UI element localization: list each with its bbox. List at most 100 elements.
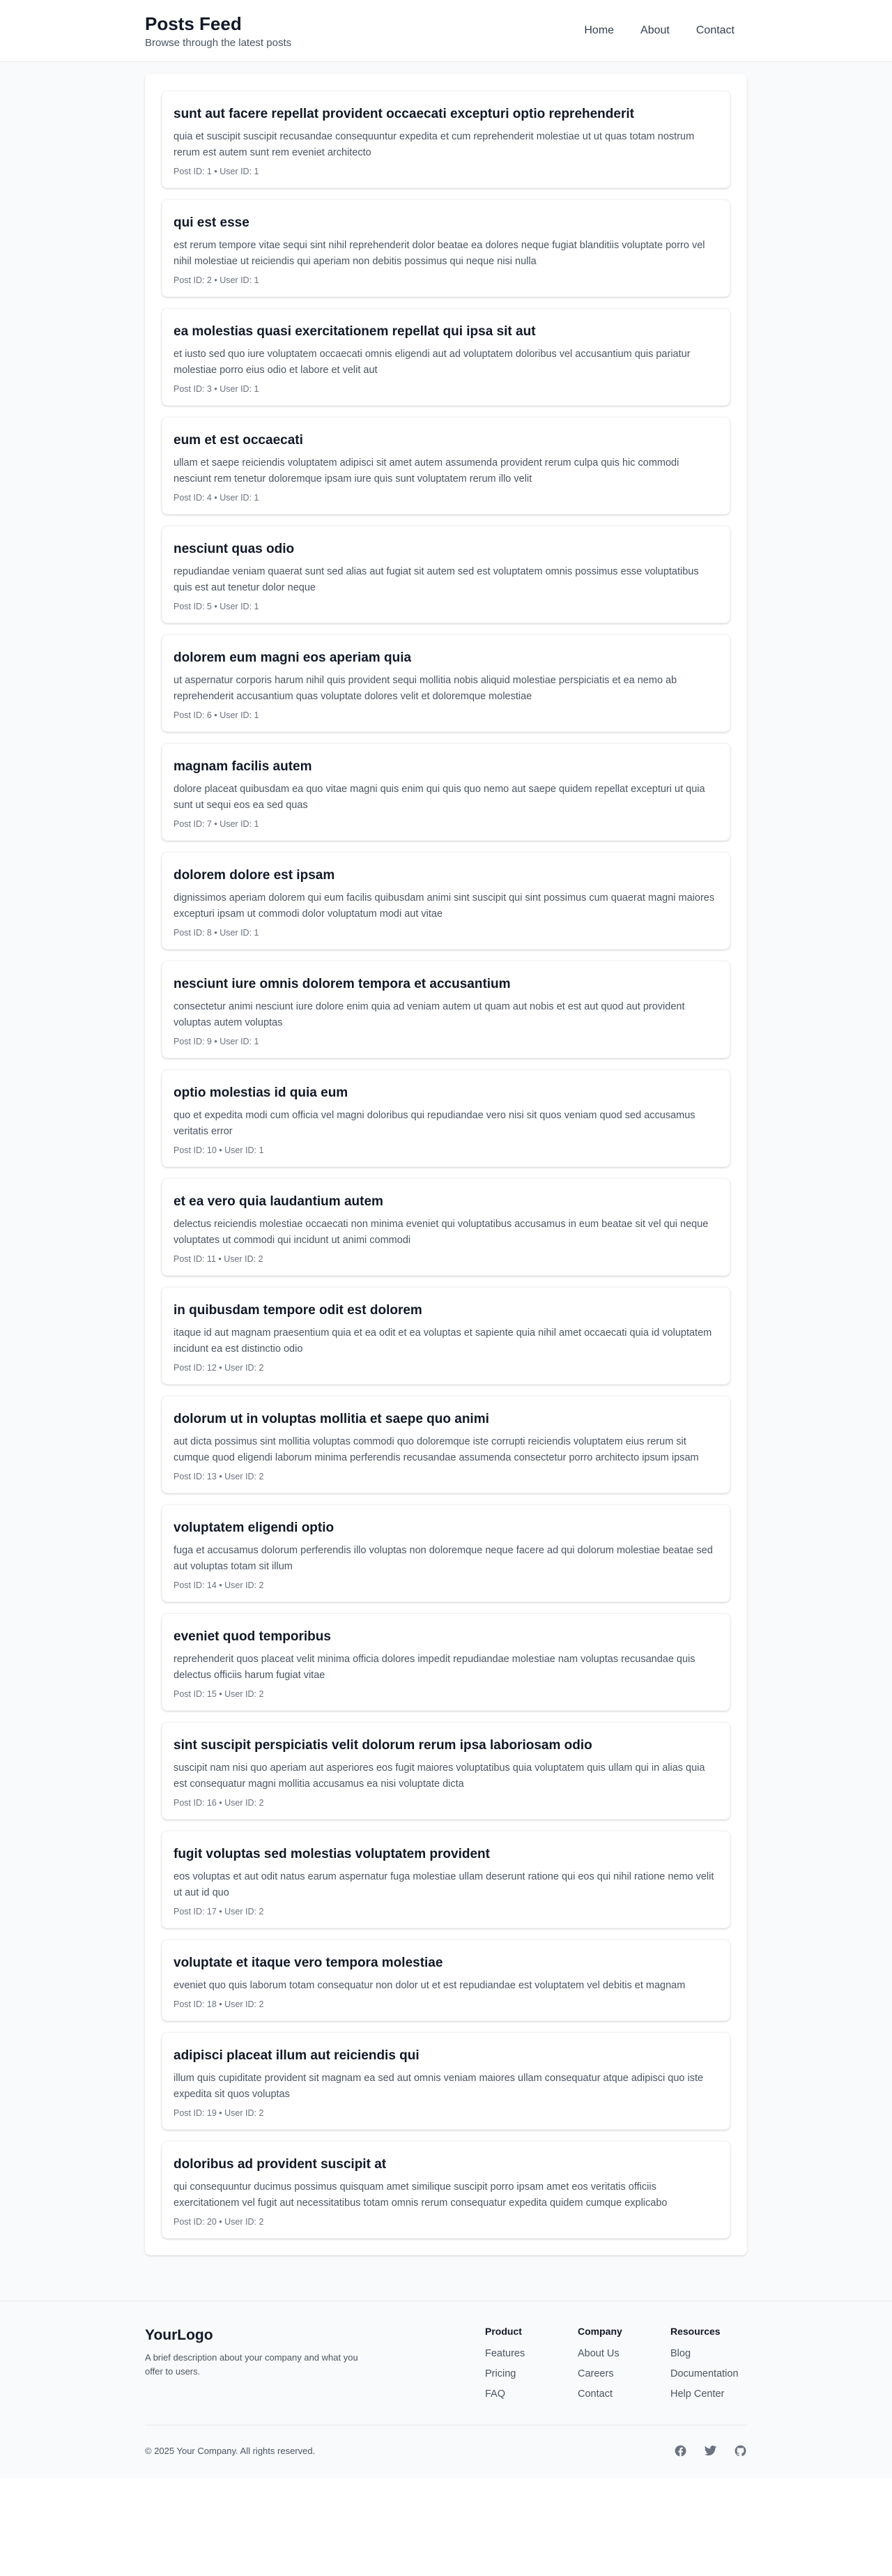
post-card: dolorem eum magni eos aperiam quia ut asp…: [162, 634, 730, 732]
post-title: magnam facilis autem: [174, 759, 312, 774]
post-body: dolore placeat quibusdam ea quo vitae ma…: [174, 784, 705, 811]
post-title: sunt aut facere repellat provident occae…: [174, 107, 634, 121]
footer-link-contact[interactable]: Contact: [578, 2388, 670, 2400]
nav-link-about[interactable]: About: [628, 19, 682, 43]
post-card: qui est esse est rerum tempore vitae sequ…: [162, 199, 730, 297]
post-card: dolorum ut in voluptas mollitia et saepe…: [162, 1396, 730, 1493]
post-body: delectus reiciendis molestiae occaecati …: [174, 1219, 709, 1246]
post-card: in quibusdam tempore odit est dolorem ita…: [162, 1287, 730, 1385]
footer-description: A brief description about your company a…: [145, 2352, 358, 2377]
main-nav: Home About Contact: [571, 19, 747, 43]
nav-link-contact[interactable]: Contact: [684, 19, 747, 43]
post-body: est rerum tempore vitae sequi sint nihil…: [174, 240, 705, 267]
post-title: qui est esse: [174, 215, 249, 230]
post-body: ullam et saepe reiciendis voluptatem adi…: [174, 457, 679, 485]
post-title: eveniet quod temporibus: [174, 1629, 331, 1644]
page-title: Posts Feed: [145, 13, 242, 34]
post-card: sint suscipit perspiciatis velit dolorum…: [162, 1722, 730, 1820]
post-card: eveniet quod temporibus reprehenderit quo…: [162, 1613, 730, 1711]
post-card: nesciunt quas odio repudiandae veniam qua…: [162, 526, 730, 623]
post-meta: Post ID: 8 • User ID: 1: [174, 928, 259, 938]
social-links: [674, 2444, 747, 2457]
post-meta: Post ID: 11 • User ID: 2: [174, 1254, 263, 1264]
post-card: nesciunt iure omnis dolorem tempora et a…: [162, 961, 730, 1058]
footer-link-careers[interactable]: Careers: [578, 2368, 670, 2379]
footer-column-product: Product Features Pricing FAQ: [485, 2326, 578, 2409]
footer-link-help-center[interactable]: Help Center: [670, 2388, 747, 2400]
post-card: magnam facilis autem dolore placeat quibu…: [162, 743, 730, 841]
post-body: consectetur animi nesciunt iure dolore e…: [174, 1001, 685, 1028]
post-body: suscipit nam nisi quo aperiam aut asperi…: [174, 1762, 705, 1790]
post-body: repudiandae veniam quaerat sunt sed alia…: [174, 566, 699, 593]
post-card: fugit voluptas sed molestias voluptatem …: [162, 1831, 730, 1928]
footer-link-documentation[interactable]: Documentation: [670, 2368, 747, 2379]
post-body: illum quis cupiditate provident sit magn…: [174, 2073, 704, 2100]
post-body: eveniet quo quis laborum totam consequat…: [174, 1980, 686, 1991]
post-title: eum et est occaecati: [174, 433, 303, 448]
post-meta: Post ID: 6 • User ID: 1: [174, 710, 259, 720]
brand-block: Posts Feed Browse through the latest pos…: [145, 13, 291, 49]
footer-logo[interactable]: YourLogo: [145, 2327, 375, 2344]
page-subtitle: Browse through the latest posts: [145, 37, 292, 49]
post-title: sint suscipit perspiciatis velit dolorum…: [174, 1738, 592, 1753]
post-meta: Post ID: 18 • User ID: 2: [174, 1999, 264, 2009]
github-icon[interactable]: [734, 2444, 747, 2457]
footer-column-title: Resources: [670, 2326, 721, 2337]
copyright-text: © 2025 Your Company. All rights reserved…: [145, 2446, 316, 2456]
post-body: aut dicta possimus sint mollitia volupta…: [174, 1436, 699, 1463]
nav-link-home[interactable]: Home: [571, 19, 626, 43]
footer-link-pricing[interactable]: Pricing: [485, 2368, 578, 2379]
main-content: sunt aut facere repellat provident occae…: [0, 62, 892, 2301]
post-title: in quibusdam tempore odit est dolorem: [174, 1303, 422, 1318]
post-card: optio molestias id quia eum quo et expedi…: [162, 1069, 730, 1167]
post-title: nesciunt iure omnis dolorem tempora et a…: [174, 977, 511, 991]
post-body: eos voluptas et aut odit natus earum asp…: [174, 1871, 714, 1898]
post-meta: Post ID: 20 • User ID: 2: [174, 2217, 264, 2227]
post-card: sunt aut facere repellat provident occae…: [162, 91, 730, 188]
post-meta: Post ID: 15 • User ID: 2: [174, 1689, 264, 1699]
post-card: dolorem dolore est ipsam dignissimos aper…: [162, 852, 730, 950]
footer-link-about-us[interactable]: About Us: [578, 2348, 670, 2359]
twitter-icon[interactable]: [704, 2444, 717, 2457]
post-meta: Post ID: 2 • User ID: 1: [174, 275, 259, 285]
footer-link-features[interactable]: Features: [485, 2348, 578, 2359]
footer-brand: YourLogo A brief description about your …: [145, 2326, 375, 2409]
post-body: quo et expedita modi cum officia vel mag…: [174, 1110, 695, 1137]
post-title: dolorum ut in voluptas mollitia et saepe…: [174, 1412, 489, 1426]
post-card: et ea vero quia laudantium autem delectus…: [162, 1178, 730, 1276]
footer-link-faq[interactable]: FAQ: [485, 2388, 578, 2400]
post-meta: Post ID: 3 • User ID: 1: [174, 384, 259, 394]
post-meta: Post ID: 1 • User ID: 1: [174, 167, 259, 176]
post-body: fuga et accusamus dolorum perferendis il…: [174, 1545, 713, 1572]
site-header: Posts Feed Browse through the latest pos…: [0, 0, 892, 62]
post-meta: Post ID: 14 • User ID: 2: [174, 1580, 264, 1590]
post-body: et iusto sed quo iure voluptatem occaeca…: [174, 349, 691, 376]
post-body: qui consequuntur ducimus possimus quisqu…: [174, 2181, 668, 2209]
post-card: ea molestias quasi exercitationem repell…: [162, 308, 730, 406]
footer-column-resources: Resources Blog Documentation Help Center: [670, 2326, 747, 2409]
footer-column-company: Company About Us Careers Contact: [578, 2326, 670, 2409]
post-meta: Post ID: 12 • User ID: 2: [174, 1363, 264, 1373]
post-title: doloribus ad provident suscipit at: [174, 2157, 387, 2172]
footer-link-blog[interactable]: Blog: [670, 2348, 747, 2359]
footer-column-title: Company: [578, 2326, 622, 2337]
post-card: voluptate et itaque vero tempora molesti…: [162, 1939, 730, 2021]
post-meta: Post ID: 17 • User ID: 2: [174, 1907, 264, 1916]
post-body: ut aspernatur corporis harum nihil quis …: [174, 675, 677, 702]
post-title: dolorem eum magni eos aperiam quia: [174, 650, 412, 665]
post-title: voluptatem eligendi optio: [174, 1521, 334, 1535]
post-meta: Post ID: 10 • User ID: 1: [174, 1145, 264, 1155]
facebook-icon[interactable]: [674, 2444, 687, 2457]
post-meta: Post ID: 4 • User ID: 1: [174, 493, 259, 503]
post-title: dolorem dolore est ipsam: [174, 868, 335, 883]
post-title: optio molestias id quia eum: [174, 1085, 348, 1100]
post-title: fugit voluptas sed molestias voluptatem …: [174, 1847, 490, 1861]
post-title: nesciunt quas odio: [174, 542, 295, 556]
posts-feed: sunt aut facere repellat provident occae…: [145, 74, 747, 2255]
post-card: adipisci placeat illum aut reiciendis qu…: [162, 2032, 730, 2130]
post-title: ea molestias quasi exercitationem repell…: [174, 324, 536, 339]
post-meta: Post ID: 16 • User ID: 2: [174, 1798, 264, 1808]
post-card: voluptatem eligendi optio fuga et accusam…: [162, 1504, 730, 1602]
post-title: adipisci placeat illum aut reiciendis qu…: [174, 2048, 420, 2063]
footer-column-title: Product: [485, 2326, 522, 2337]
